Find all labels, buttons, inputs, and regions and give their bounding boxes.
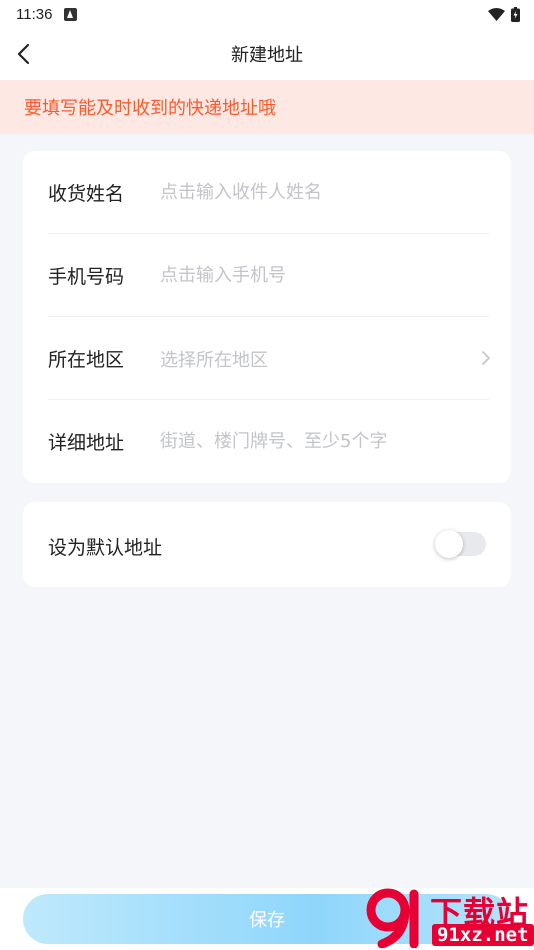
default-address-label: 设为默认地址 <box>48 537 163 559</box>
address-form-card: 收货姓名 手机号码 所在地区 选择所在地区 详细地址 <box>23 151 511 483</box>
region-selector[interactable]: 所在地区 选择所在地区 <box>23 317 511 400</box>
back-arrow-icon[interactable] <box>14 42 34 66</box>
status-bar: 11:36 <box>0 0 534 28</box>
watermark: 下载站 91xz.net <box>360 884 534 950</box>
phone-input[interactable] <box>160 265 460 286</box>
accessibility-notification-icon <box>64 7 78 21</box>
wifi-icon <box>488 7 505 21</box>
watermark-text-bottom: 91xz.net <box>432 924 534 946</box>
form-row-phone: 手机号码 <box>23 234 511 317</box>
status-icons <box>488 6 520 22</box>
notice-text: 要填写能及时收到的快递地址哦 <box>24 98 276 119</box>
default-address-toggle[interactable] <box>435 530 486 558</box>
detail-address-label: 详细地址 <box>48 432 125 454</box>
form-row-name: 收货姓名 <box>23 151 511 234</box>
watermark-logo-icon <box>366 888 419 948</box>
battery-icon <box>511 6 520 22</box>
form-row-detail-address: 详细地址 <box>23 400 511 483</box>
region-placeholder: 选择所在地区 <box>160 349 268 371</box>
default-address-card: 设为默认地址 <box>23 502 511 587</box>
toggle-knob <box>435 530 463 558</box>
detail-address-input[interactable] <box>160 431 460 452</box>
status-time: 11:36 <box>16 5 53 23</box>
phone-label: 手机号码 <box>48 266 125 288</box>
region-label: 所在地区 <box>48 349 125 371</box>
page-title: 新建地址 <box>231 45 303 66</box>
name-input[interactable] <box>160 182 460 203</box>
name-label: 收货姓名 <box>48 183 125 205</box>
chevron-right-icon <box>482 351 490 365</box>
nav-bar: 新建地址 <box>0 28 534 80</box>
notice-banner: 要填写能及时收到的快递地址哦 <box>0 80 534 134</box>
